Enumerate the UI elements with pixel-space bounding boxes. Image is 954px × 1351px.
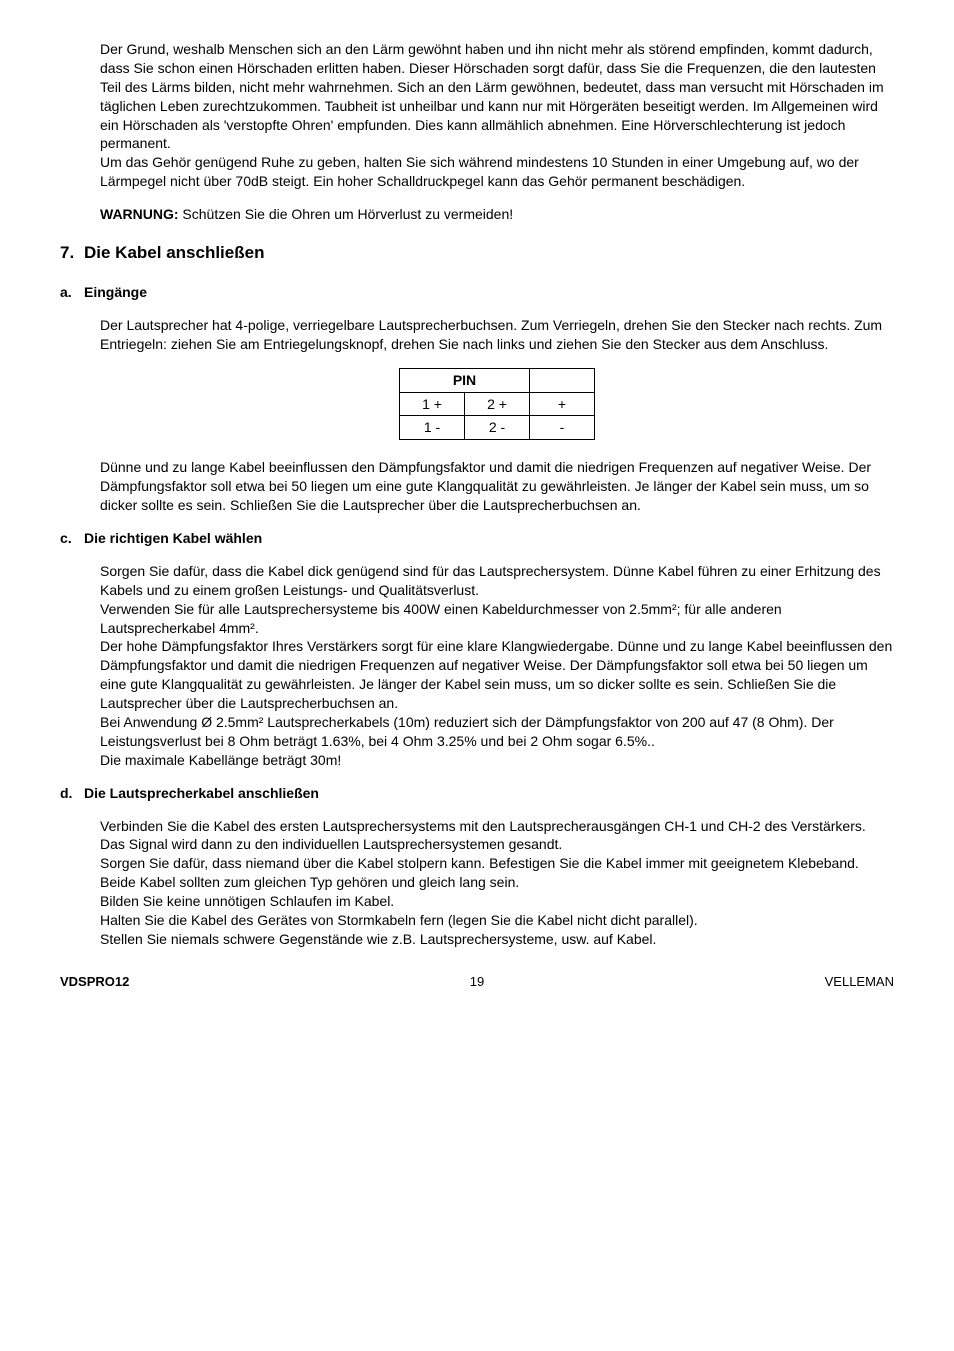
pin-table-header-empty — [530, 368, 595, 392]
pin-cell: 2 + — [465, 392, 530, 416]
warning-text: Schützen Sie die Ohren um Hörverlust zu … — [179, 206, 514, 222]
pin-cell: 1 + — [400, 392, 465, 416]
pin-table-header: PIN — [400, 368, 530, 392]
intro-para-1: Der Grund, weshalb Menschen sich an den … — [100, 41, 884, 151]
subsection-d-para-4: Bilden Sie keine unnötigen Schlaufen im … — [100, 893, 394, 909]
pin-cell: - — [530, 416, 595, 440]
page-footer: VDSPRO12 19 VELLEMAN — [60, 973, 894, 991]
subsection-d-para-1: Verbinden Sie die Kabel des ersten Lauts… — [100, 818, 866, 853]
subsection-a-para-2: Dünne und zu lange Kabel beeinflussen de… — [100, 458, 894, 515]
section-title: Die Kabel anschließen — [84, 242, 264, 265]
subsection-a-heading: a. Eingänge — [60, 283, 894, 302]
subsection-d-para-3: Beide Kabel sollten zum gleichen Typ geh… — [100, 874, 519, 890]
intro-block: Der Grund, weshalb Menschen sich an den … — [100, 40, 894, 191]
subsection-d-block: Verbinden Sie die Kabel des ersten Lauts… — [100, 817, 894, 949]
subsection-c-para-5: Die maximale Kabellänge beträgt 30m! — [100, 752, 341, 768]
footer-right: VELLEMAN — [825, 973, 894, 991]
section-7-heading: 7. Die Kabel anschließen — [60, 242, 894, 265]
subsection-c-para-3: Der hohe Dämpfungsfaktor Ihres Verstärke… — [100, 638, 892, 711]
subsection-letter: d. — [60, 784, 84, 803]
pin-table-wrap: PIN 1 + 2 + + 1 - 2 - - — [100, 368, 894, 441]
footer-page-number: 19 — [470, 973, 484, 991]
subsection-d-heading: d. Die Lautsprecherkabel anschließen — [60, 784, 894, 803]
subsection-letter: a. — [60, 283, 84, 302]
subsection-c-para-4: Bei Anwendung Ø 2.5mm² Lautsprecherkabel… — [100, 714, 834, 749]
warning-label: WARNUNG: — [100, 206, 179, 222]
subsection-c-para-2: Verwenden Sie für alle Lautsprechersyste… — [100, 601, 782, 636]
subsection-d-para-6: Stellen Sie niemals schwere Gegenstände … — [100, 931, 656, 947]
pin-table: PIN 1 + 2 + + 1 - 2 - - — [399, 368, 595, 441]
subsection-c-block: Sorgen Sie dafür, dass die Kabel dick ge… — [100, 562, 894, 770]
section-number: 7. — [60, 242, 84, 265]
subsection-title: Die Lautsprecherkabel anschließen — [84, 784, 319, 803]
subsection-d-para-2: Sorgen Sie dafür, dass niemand über die … — [100, 855, 859, 871]
pin-cell: 2 - — [465, 416, 530, 440]
pin-cell: + — [530, 392, 595, 416]
warning-line: WARNUNG: Schützen Sie die Ohren um Hörve… — [100, 205, 894, 224]
subsection-a-para-1: Der Lautsprecher hat 4-polige, verriegel… — [100, 316, 894, 354]
subsection-c-para-1: Sorgen Sie dafür, dass die Kabel dick ge… — [100, 563, 881, 598]
subsection-c-heading: c. Die richtigen Kabel wählen — [60, 529, 894, 548]
intro-para-2: Um das Gehör genügend Ruhe zu geben, hal… — [100, 154, 859, 189]
footer-left: VDSPRO12 — [60, 973, 129, 991]
subsection-letter: c. — [60, 529, 84, 548]
subsection-title: Eingänge — [84, 283, 147, 302]
subsection-title: Die richtigen Kabel wählen — [84, 529, 262, 548]
subsection-d-para-5: Halten Sie die Kabel des Gerätes von Sto… — [100, 912, 698, 928]
pin-cell: 1 - — [400, 416, 465, 440]
